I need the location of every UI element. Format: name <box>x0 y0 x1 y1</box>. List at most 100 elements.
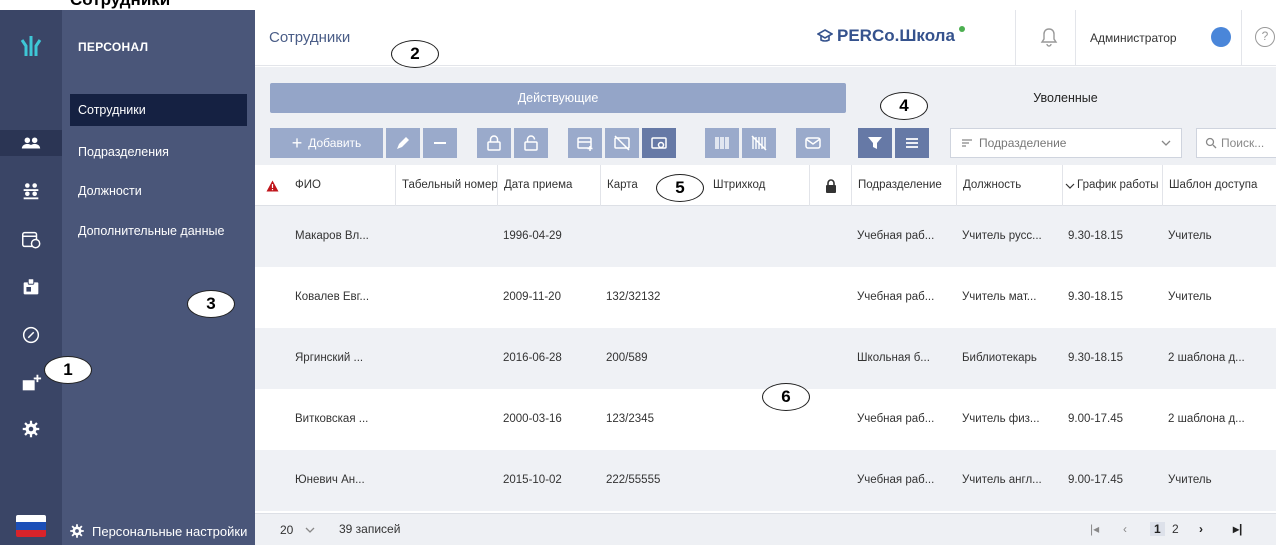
rail-calendar-clock-icon[interactable] <box>18 226 44 252</box>
search-input[interactable]: Поиск... <box>1196 128 1276 158</box>
last-page-icon[interactable]: ▸| <box>1233 522 1242 536</box>
brand-name: PERCo.Школа <box>837 26 955 45</box>
column-header-schedule[interactable]: График работы <box>1062 165 1162 206</box>
delete-button[interactable] <box>423 128 457 158</box>
rail-link-icon[interactable] <box>18 322 44 348</box>
filter-button[interactable] <box>858 128 892 158</box>
add-card-button[interactable] <box>568 128 602 158</box>
cell-access-template: 2 шаблона д... <box>1168 352 1245 364</box>
rail-gear-icon[interactable] <box>18 416 44 442</box>
cell-card: 123/2345 <box>606 413 654 425</box>
find-card-button[interactable] <box>642 128 676 158</box>
remove-barcode-button[interactable] <box>742 128 776 158</box>
prev-page-icon[interactable]: ‹ <box>1123 522 1127 536</box>
card-search-icon <box>651 137 667 149</box>
online-dot <box>958 26 965 32</box>
rail-people-icon[interactable] <box>0 130 62 156</box>
cell-card: 222/55555 <box>606 474 661 486</box>
columns-menu-button[interactable] <box>895 128 929 158</box>
column-header-personnel-number[interactable]: Табельный номер <box>395 165 497 206</box>
lock-button[interactable] <box>477 128 511 158</box>
column-header-position[interactable]: Должность <box>956 165 1062 206</box>
barcode-off-icon <box>751 135 767 151</box>
cell-position: Учитель мат... <box>962 291 1037 303</box>
cell-name: Макаров Вл... <box>295 230 369 242</box>
department-filter-placeholder: Подразделение <box>979 136 1067 150</box>
add-button[interactable]: + Добавить <box>270 128 383 158</box>
rail-id-card-icon[interactable] <box>18 274 44 300</box>
cell-access-template: Учитель <box>1168 230 1212 242</box>
column-header-hire-date[interactable]: Дата приема <box>497 165 600 206</box>
bell-icon[interactable] <box>1039 26 1059 48</box>
page-button-current[interactable]: 1 <box>1150 522 1165 536</box>
column-header-name[interactable]: ФИО <box>289 165 395 206</box>
cell-department: Учебная раб... <box>857 291 935 303</box>
envelope-icon <box>805 137 821 149</box>
sidebar-section-title: ПЕРСОНАЛ <box>78 40 149 54</box>
header-divider <box>1075 10 1076 66</box>
brand-logo: PERCo.Школа <box>817 26 965 46</box>
department-filter-select[interactable]: Подразделение <box>950 128 1182 158</box>
unlock-button[interactable] <box>514 128 548 158</box>
table-row[interactable]: Яргинский ... 2016-06-28 200/589 Школьна… <box>255 328 1276 389</box>
sidebar-item-departments[interactable]: Подразделения <box>70 136 247 168</box>
callout-5: 5 <box>656 174 704 202</box>
sidebar-item-employees[interactable]: Сотрудники <box>70 94 247 126</box>
barcode-button[interactable] <box>705 128 739 158</box>
cell-card: 200/589 <box>606 352 648 364</box>
user-avatar-icon[interactable] <box>1211 27 1231 47</box>
header-divider <box>1015 10 1016 66</box>
page-button[interactable]: 2 <box>1172 522 1179 536</box>
cell-card <box>600 206 703 267</box>
lock-column-header[interactable] <box>809 165 851 206</box>
cell-name: Ковалев Евг... <box>295 291 370 303</box>
cell-hire-date: 2016-06-28 <box>503 352 562 364</box>
icon-rail <box>0 10 62 545</box>
cell-schedule: 9.30-18.15 <box>1068 352 1123 364</box>
cell-card: 132/32132 <box>606 291 661 303</box>
cell-department: Учебная раб... <box>857 474 935 486</box>
cell-schedule: 9.00-17.45 <box>1068 413 1123 425</box>
sidebar-item-positions[interactable]: Должности <box>70 175 247 207</box>
page-size-select[interactable]: 20 <box>270 519 330 541</box>
page-size-value: 20 <box>280 523 294 537</box>
tab-active-employees[interactable]: Действующие <box>270 83 846 113</box>
plus-icon: + <box>291 133 303 153</box>
lock-icon <box>825 178 836 193</box>
edit-button[interactable] <box>386 128 420 158</box>
school-icon <box>817 29 833 42</box>
menu-icon <box>906 138 918 148</box>
column-header-barcode[interactable]: Штрихкод <box>703 165 809 206</box>
remove-card-button[interactable] <box>605 128 639 158</box>
cell-access-template: 2 шаблона д... <box>1168 413 1245 425</box>
unlock-icon <box>524 135 538 151</box>
table-row[interactable]: Макаров Вл... 1996-04-29 Учебная раб... … <box>255 206 1276 267</box>
cell-access-template: Учитель <box>1168 474 1212 486</box>
sidebar-item-additional-data[interactable]: Дополнительные данные <box>70 215 247 247</box>
message-button[interactable] <box>796 128 830 158</box>
column-header-access-template[interactable]: Шаблон доступа <box>1162 165 1276 206</box>
rail-groups-icon[interactable] <box>18 178 44 204</box>
column-header-schedule-label: График работы <box>1077 179 1159 191</box>
first-page-icon[interactable]: |◂ <box>1090 522 1099 536</box>
help-icon[interactable]: ? <box>1255 27 1275 47</box>
user-name[interactable]: Администратор <box>1090 31 1177 45</box>
table-row[interactable]: Юневич Ан... 2015-10-02 222/55555 Учебна… <box>255 450 1276 511</box>
cell-department: Учебная раб... <box>857 413 935 425</box>
record-count: 39 записей <box>339 522 401 536</box>
cell-name: Юневич Ан... <box>295 474 365 486</box>
page-title: Сотрудники <box>269 29 351 46</box>
barcode-icon <box>715 137 729 149</box>
column-header-department[interactable]: Подразделение <box>851 165 956 206</box>
top-fragment-text: Сотрудники <box>70 0 170 10</box>
alert-column-header[interactable] <box>255 165 289 206</box>
card-off-icon <box>614 135 630 151</box>
personal-settings-button[interactable]: Персональные настройки <box>68 517 255 545</box>
cell-position: Учитель русс... <box>962 230 1042 242</box>
cell-hire-date: 2009-11-20 <box>503 291 561 303</box>
cell-hire-date: 1996-04-29 <box>503 230 562 242</box>
rail-add-card-icon[interactable] <box>18 370 44 396</box>
table-row[interactable]: Ковалев Евг... 2009-11-20 132/32132 Учеб… <box>255 267 1276 328</box>
language-flag-icon[interactable] <box>16 515 46 537</box>
next-page-icon[interactable]: › <box>1199 522 1203 536</box>
